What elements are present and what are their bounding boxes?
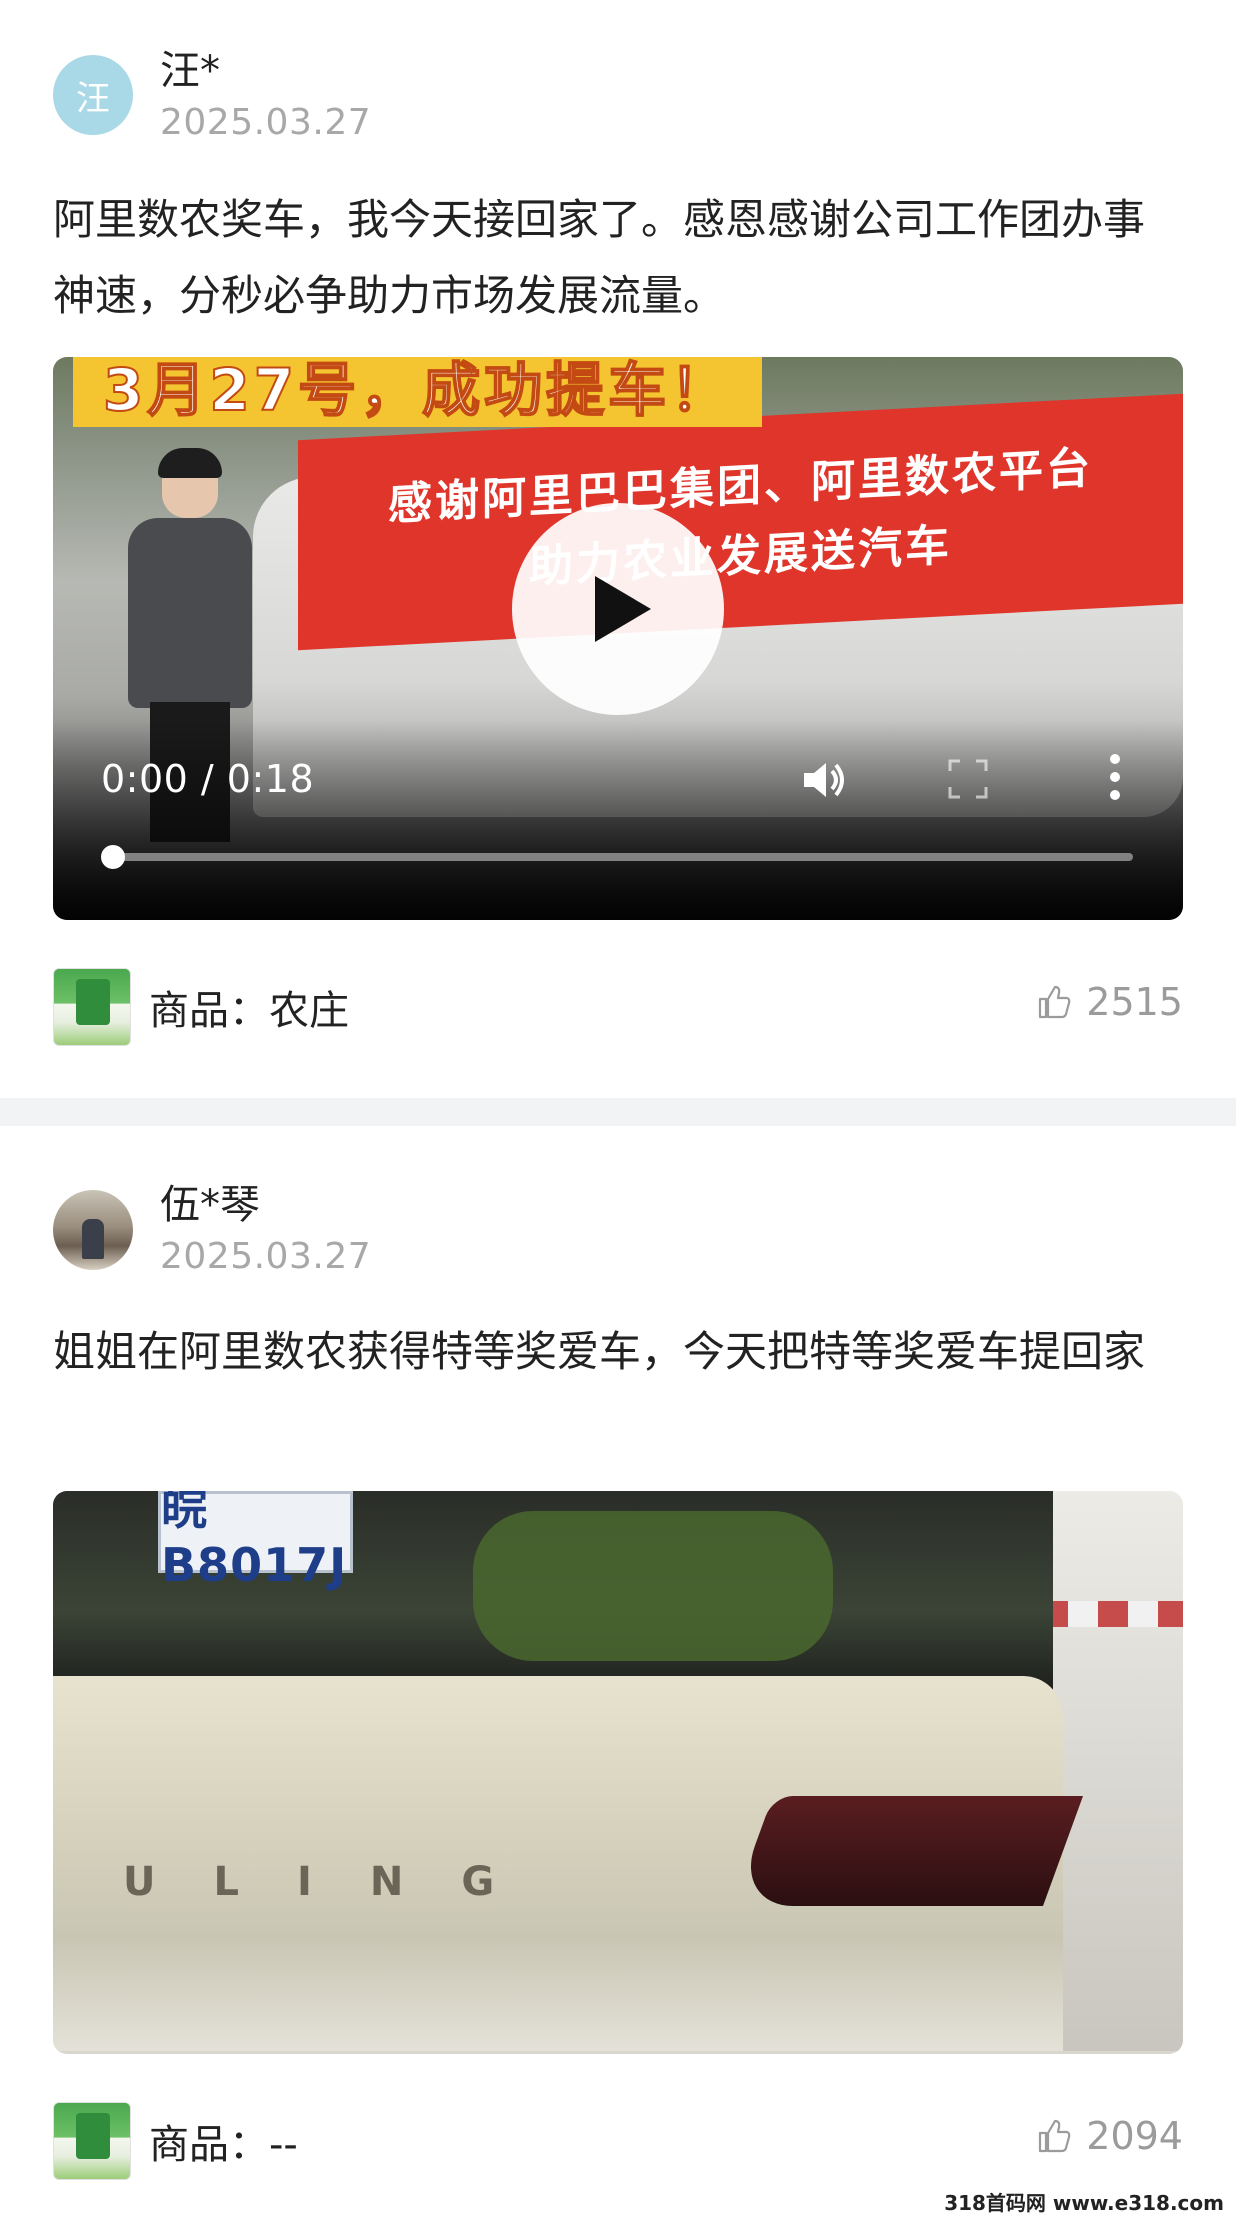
username: 汪* [160, 48, 220, 94]
post-card: 汪 汪* 2025.03.27 阿里数农奖车，我今天接回家了。感恩感谢公司工作团… [0, 0, 1236, 1098]
more-vertical-icon[interactable] [1103, 753, 1127, 801]
post-image[interactable]: 皖B8017J ULING [53, 1491, 1183, 2054]
progress-handle[interactable] [101, 845, 125, 869]
product-thumbnail [53, 2102, 131, 2180]
car-badge: ULING [123, 1859, 553, 1905]
like-count: 2515 [1086, 980, 1183, 1024]
progress-bar[interactable] [103, 853, 1133, 861]
license-plate: 皖B8017J [158, 1491, 353, 1592]
post-divider [0, 1098, 1236, 1126]
play-button[interactable] [512, 503, 724, 715]
product-label: 商品：农庄 [149, 988, 349, 1034]
video-player[interactable]: 感谢阿里巴巴集团、阿里数农平台 助力农业发展送汽车 3月27号，成功提车！ 0:… [53, 357, 1183, 920]
site-watermark: 318首码网 www.e318.com [944, 2191, 1224, 2215]
post-text: 姐姐在阿里数农获得特等奖爱车，今天把特等奖爱车提回家 [53, 1327, 1146, 1376]
post-date: 2025.03.27 [160, 102, 372, 143]
avatar[interactable]: 汪 [53, 55, 133, 135]
product-link[interactable]: 商品：农庄 [53, 968, 349, 1046]
controls-shade [53, 720, 1183, 920]
avatar[interactable] [53, 1190, 133, 1270]
play-icon [595, 576, 651, 642]
product-link[interactable]: 商品：-- [53, 2102, 298, 2180]
volume-icon[interactable] [798, 755, 848, 805]
fullscreen-icon[interactable] [948, 759, 988, 799]
like-button[interactable]: 2515 [1036, 980, 1183, 1024]
thumbs-up-icon [1039, 985, 1071, 1019]
post-date: 2025.03.27 [160, 1236, 372, 1277]
product-thumbnail [53, 968, 131, 1046]
post-text: 阿里数农奖车，我今天接回家了。感恩感谢公司工作团办事神速，分秒必争助力市场发展流… [53, 195, 1146, 320]
video-overlay-title: 3月27号，成功提车！ [73, 357, 763, 427]
like-button[interactable]: 2094 [1036, 2114, 1183, 2158]
thumbs-up-icon [1039, 2119, 1071, 2153]
product-label: 商品：-- [149, 2122, 298, 2168]
like-count: 2094 [1086, 2114, 1183, 2158]
post-card: 伍*琴 2025.03.27 姐姐在阿里数农获得特等奖爱车，今天把特等奖爱车提回… [0, 1126, 1236, 2220]
avatar-initial: 汪 [76, 78, 110, 119]
username: 伍*琴 [160, 1182, 260, 1228]
video-time: 0:00 / 0:18 [101, 757, 315, 801]
